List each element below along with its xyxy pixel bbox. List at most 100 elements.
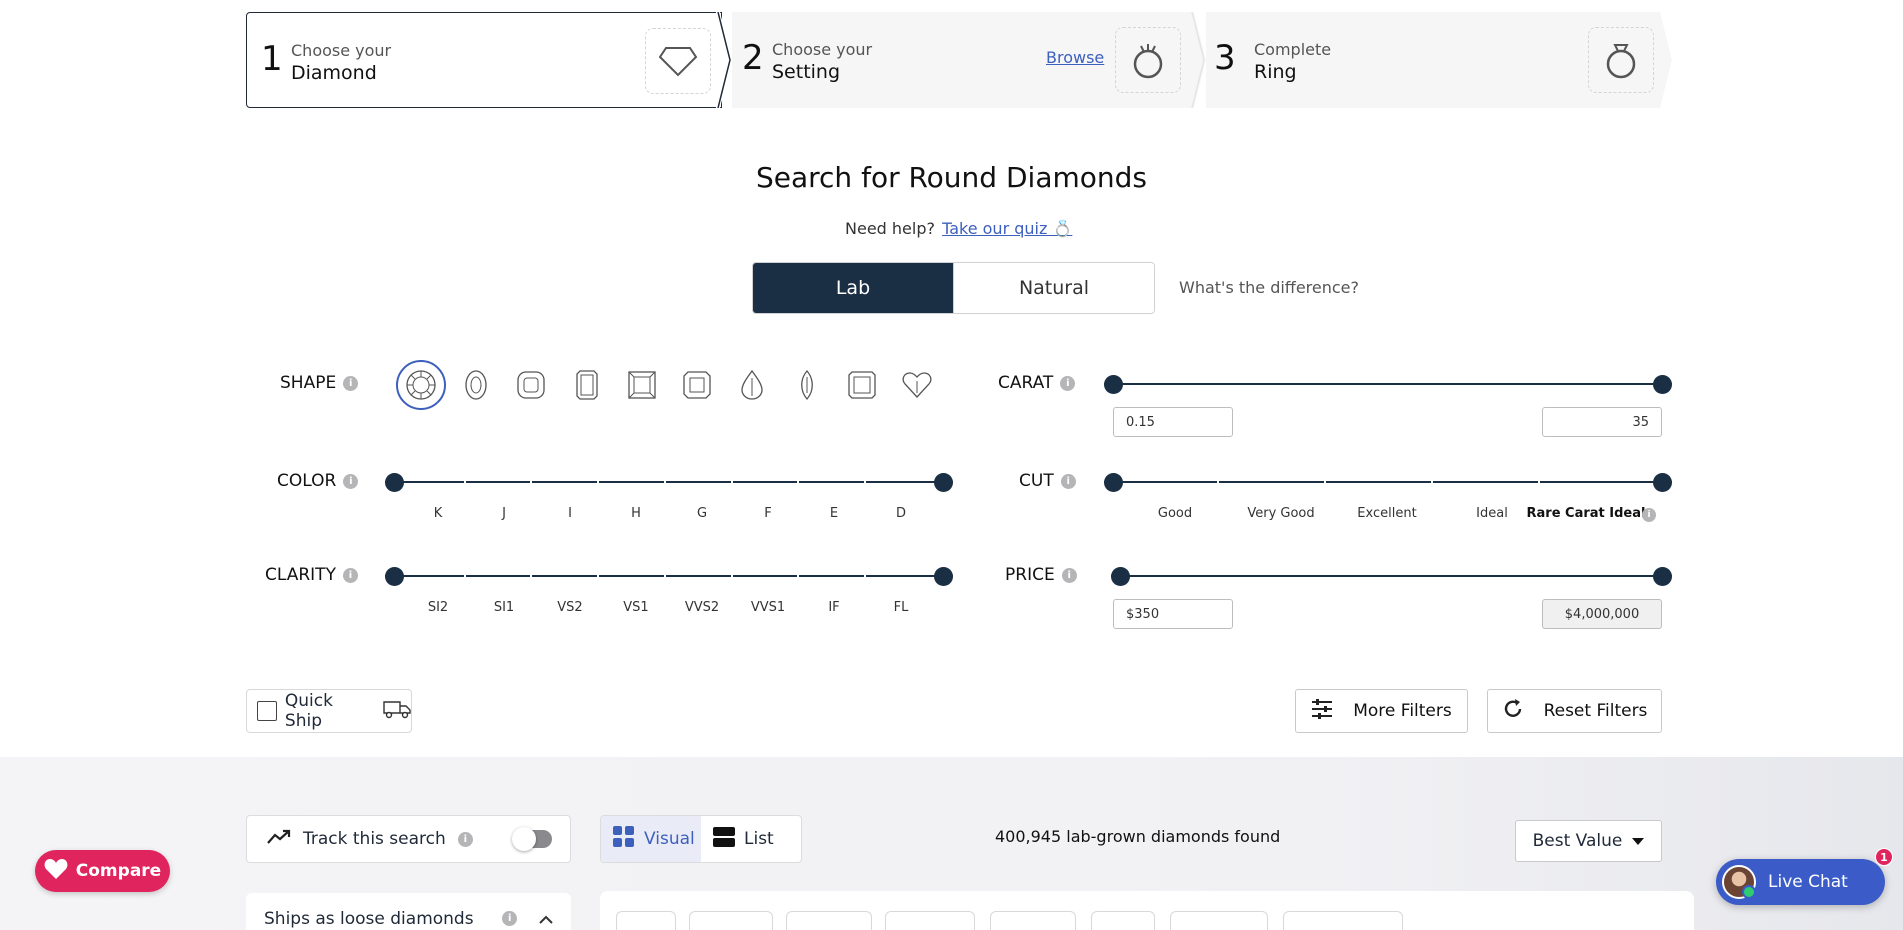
filter-chip[interactable] xyxy=(1283,911,1403,930)
clarity-slider[interactable] xyxy=(385,564,953,588)
shape-pear[interactable] xyxy=(727,360,777,410)
cut-min-handle[interactable] xyxy=(1104,473,1123,492)
cut-grade[interactable]: Very Good xyxy=(1247,506,1314,521)
shape-radiant[interactable] xyxy=(837,360,887,410)
take-quiz-link[interactable]: Take our quiz 💍 xyxy=(942,219,1072,238)
price-slider[interactable] xyxy=(1111,564,1672,588)
cut-max-handle[interactable] xyxy=(1653,473,1672,492)
carat-max-input[interactable]: 35 xyxy=(1542,407,1662,437)
shape-heart[interactable] xyxy=(892,360,942,410)
visual-label: Visual xyxy=(644,829,695,849)
track-search-toggle[interactable]: Track this search i xyxy=(246,815,571,863)
filter-chip[interactable] xyxy=(616,911,676,930)
heart-icon xyxy=(44,858,68,885)
color-grade[interactable]: J xyxy=(502,506,506,521)
color-max-handle[interactable] xyxy=(934,473,953,492)
natural-option[interactable]: Natural xyxy=(953,263,1154,313)
carat-min-input[interactable]: 0.15 xyxy=(1113,407,1233,437)
clarity-filter-label: CLARITY i xyxy=(265,565,358,585)
color-slider[interactable] xyxy=(385,470,953,494)
cut-grade[interactable]: Excellent xyxy=(1357,506,1416,521)
shape-marquise[interactable] xyxy=(782,360,832,410)
price-max-handle[interactable] xyxy=(1653,567,1672,586)
info-icon[interactable]: i xyxy=(1061,567,1077,583)
compare-button[interactable]: Compare xyxy=(35,850,170,892)
carat-filter-label: CARAT i xyxy=(998,373,1076,393)
filter-chip[interactable] xyxy=(1170,911,1268,930)
shape-oval[interactable] xyxy=(451,360,501,410)
chevron-up-icon[interactable] xyxy=(539,909,553,929)
quick-ship-label: Quick Ship xyxy=(284,691,333,731)
color-grade[interactable]: F xyxy=(764,506,771,521)
browse-settings-link[interactable]: Browse xyxy=(1046,48,1104,67)
color-grade[interactable]: H xyxy=(631,506,641,521)
filter-chip[interactable] xyxy=(990,911,1076,930)
info-icon[interactable]: i xyxy=(343,473,359,489)
difference-link[interactable]: What's the difference? xyxy=(1179,278,1359,297)
filter-chip[interactable] xyxy=(1091,911,1155,930)
color-grade[interactable]: D xyxy=(896,506,906,521)
step-subtitle: Choose your xyxy=(291,41,392,60)
shape-round[interactable] xyxy=(396,360,446,410)
sort-dropdown[interactable]: Best Value xyxy=(1515,820,1662,862)
visual-view-button[interactable]: Visual xyxy=(601,816,701,862)
refresh-icon xyxy=(1502,698,1524,725)
cut-grade[interactable]: Ideal xyxy=(1476,506,1508,521)
filter-chip[interactable] xyxy=(689,911,773,930)
info-icon[interactable]: i xyxy=(1060,375,1076,391)
clarity-grade[interactable]: SI2 xyxy=(428,600,448,615)
quick-ship-checkbox[interactable] xyxy=(257,701,277,721)
info-icon[interactable]: i xyxy=(502,911,517,926)
carat-slider[interactable] xyxy=(1104,372,1672,396)
ships-as-panel[interactable]: Ships as loose diamonds by i xyxy=(246,893,571,930)
info-icon[interactable]: i xyxy=(1060,473,1076,489)
reset-filters-button[interactable]: Reset Filters xyxy=(1487,689,1662,733)
step-end xyxy=(1660,12,1672,108)
cut-grade[interactable]: Rare Carat Ideal xyxy=(1527,506,1646,521)
color-grade[interactable]: K xyxy=(434,506,443,521)
live-chat-button[interactable]: Live Chat xyxy=(1716,859,1885,905)
price-max-input[interactable]: $4,000,000 xyxy=(1542,599,1662,629)
color-min-handle[interactable] xyxy=(385,473,404,492)
filter-chip[interactable] xyxy=(885,911,975,930)
carat-min-handle[interactable] xyxy=(1104,375,1123,394)
cut-slider[interactable] xyxy=(1104,470,1672,494)
step-title: Setting xyxy=(772,61,841,83)
clarity-grade[interactable]: VS2 xyxy=(557,600,582,615)
clarity-grade[interactable]: VVS2 xyxy=(685,600,719,615)
shape-emerald[interactable] xyxy=(562,360,612,410)
sort-value: Best Value xyxy=(1532,831,1623,851)
info-icon[interactable]: i xyxy=(342,567,358,583)
clarity-grade[interactable]: SI1 xyxy=(494,600,514,615)
list-view-button[interactable]: List xyxy=(701,816,786,862)
carat-max-handle[interactable] xyxy=(1653,375,1672,394)
clarity-grade[interactable]: FL xyxy=(894,600,909,615)
color-grade[interactable]: G xyxy=(697,506,707,521)
clarity-grade[interactable]: VS1 xyxy=(623,600,648,615)
clarity-min-handle[interactable] xyxy=(385,567,404,586)
shape-princess[interactable] xyxy=(617,360,667,410)
diamond-type-toggle: Lab Natural xyxy=(752,262,1155,314)
info-icon[interactable]: i xyxy=(457,831,473,847)
clarity-grade[interactable]: IF xyxy=(828,600,839,615)
filter-chip[interactable] xyxy=(786,911,872,930)
color-grade[interactable]: E xyxy=(830,506,838,521)
step-complete-ring[interactable]: 3 Complete Ring xyxy=(1206,12,1660,108)
step-choose-setting[interactable]: 2 Choose your Setting Browse xyxy=(732,12,1194,108)
lab-option[interactable]: Lab xyxy=(753,263,953,313)
quick-ship-filter[interactable]: Quick Ship xyxy=(246,689,412,733)
shape-cushion[interactable] xyxy=(506,360,556,410)
more-filters-button[interactable]: More Filters xyxy=(1295,689,1468,733)
price-min-handle[interactable] xyxy=(1111,567,1130,586)
color-grade[interactable]: I xyxy=(568,506,572,521)
cut-grade[interactable]: Good xyxy=(1158,506,1192,521)
track-search-switch[interactable] xyxy=(512,827,552,851)
info-icon[interactable]: i xyxy=(343,375,359,391)
shape-asscher[interactable] xyxy=(672,360,722,410)
clarity-max-handle[interactable] xyxy=(934,567,953,586)
step-choose-diamond[interactable]: 1 Choose your Diamond xyxy=(246,12,722,108)
ring-icon xyxy=(1588,27,1654,93)
info-icon[interactable]: i xyxy=(1642,508,1656,522)
price-min-input[interactable]: $350 xyxy=(1113,599,1233,629)
clarity-grade[interactable]: VVS1 xyxy=(751,600,785,615)
